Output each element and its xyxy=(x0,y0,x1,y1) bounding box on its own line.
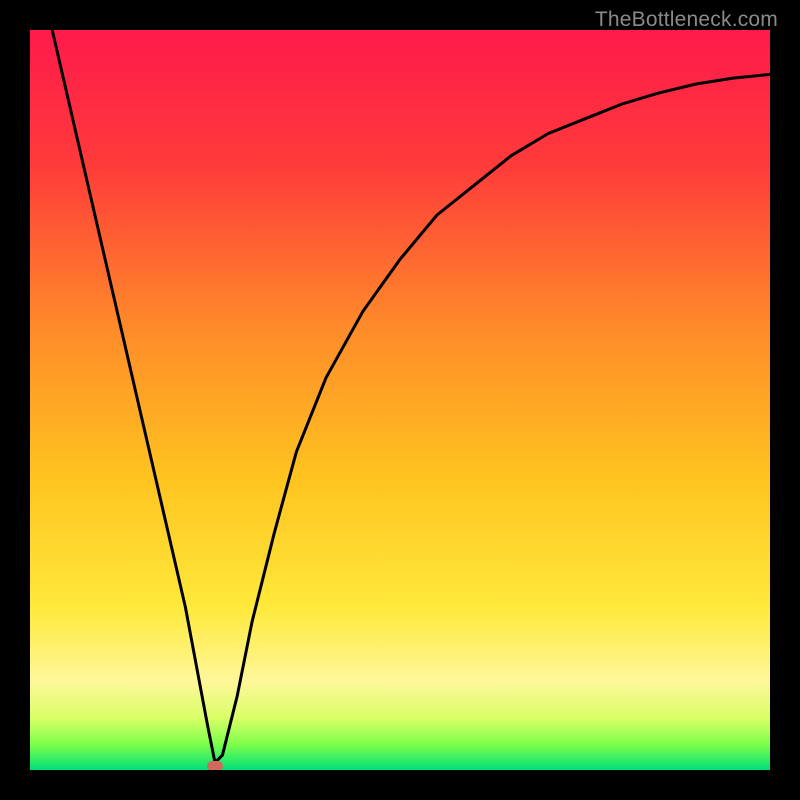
optimal-point-marker xyxy=(207,761,223,770)
watermark-label: TheBottleneck.com xyxy=(595,8,778,32)
plot-area xyxy=(30,30,770,770)
chart-frame: TheBottleneck.com xyxy=(0,0,800,800)
curve-line xyxy=(30,30,770,770)
